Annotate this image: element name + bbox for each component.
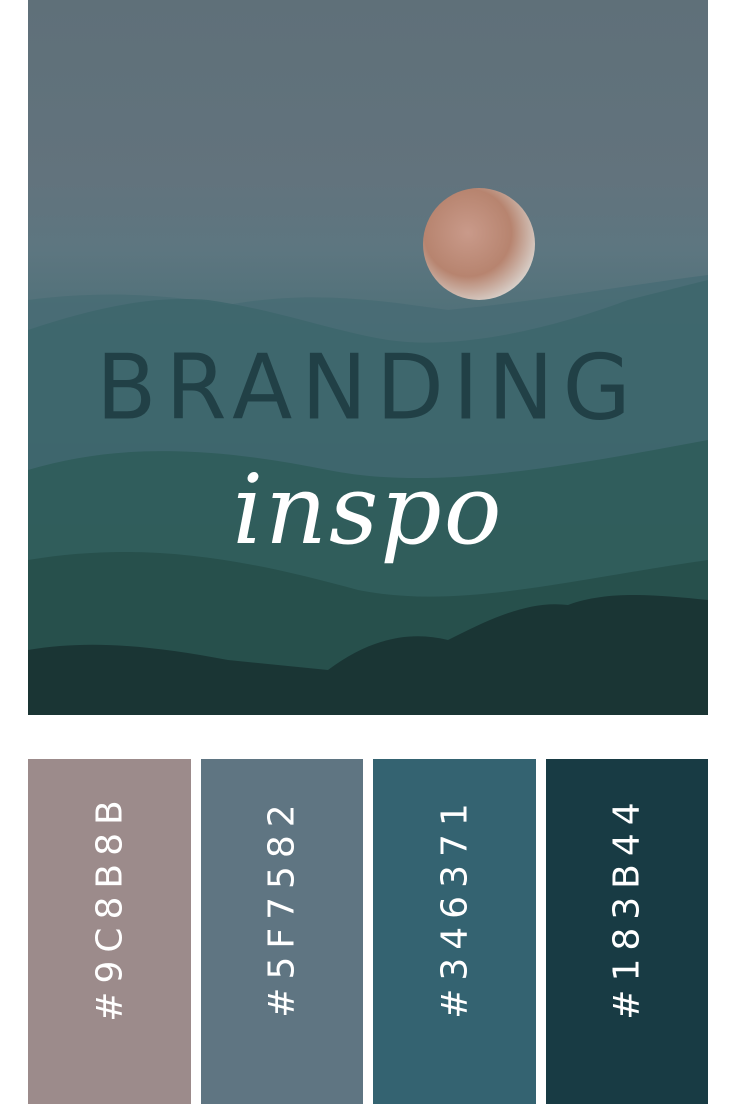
color-swatch-2: #5F7582 — [201, 759, 363, 1104]
moon — [423, 188, 535, 300]
branding-title: BRANDING — [96, 334, 640, 441]
swatch-hex-label: #5F7582 — [261, 795, 303, 1018]
mountain-moon-photo: BRANDING inspo — [28, 0, 708, 715]
inspo-script-subtitle: inspo — [232, 454, 504, 566]
color-swatch-4: #183B44 — [546, 759, 708, 1104]
swatch-hex-label: #9C8B8B — [89, 791, 130, 1022]
color-swatch-3: #346371 — [373, 759, 536, 1104]
color-swatch-1: #9C8B8B — [28, 759, 191, 1104]
swatch-hex-label: #346371 — [434, 794, 475, 1019]
swatch-hex-label: #183B44 — [606, 793, 648, 1020]
